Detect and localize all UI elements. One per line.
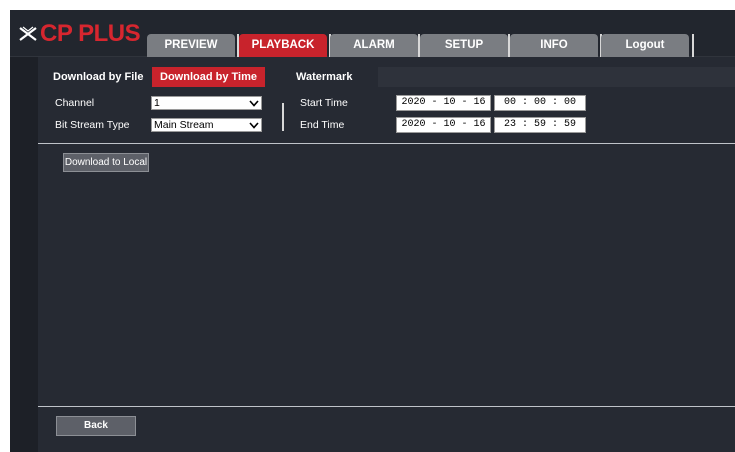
tab-info[interactable]: INFO — [510, 34, 598, 57]
top-header: CP PLUS PREVIEW PLAYBACK ALARM SETUP INF… — [10, 10, 735, 57]
app-frame: CP PLUS PREVIEW PLAYBACK ALARM SETUP INF… — [10, 10, 735, 452]
channel-select[interactable]: 1 — [151, 96, 262, 110]
bit-stream-select[interactable]: Main Stream — [151, 118, 262, 132]
start-time-input[interactable]: 00 : 00 : 00 — [494, 95, 586, 111]
start-time-label: Start Time — [300, 97, 348, 109]
start-date-input[interactable]: 2020 - 10 - 16 — [396, 95, 491, 111]
cp-plus-x-mark-icon — [19, 26, 37, 41]
download-to-local-button[interactable]: Download to Local — [63, 153, 149, 172]
bit-stream-value: Main Stream — [154, 119, 214, 131]
tab-playback[interactable]: PLAYBACK — [239, 34, 327, 57]
bit-stream-type-label: Bit Stream Type — [55, 119, 130, 131]
channel-label: Channel — [55, 97, 95, 109]
end-date-input[interactable]: 2020 - 10 - 16 — [396, 117, 491, 133]
subtab-download-by-file[interactable]: Download by File — [53, 67, 143, 87]
end-time-input[interactable]: 23 : 59 : 59 — [494, 117, 586, 133]
brand-name: CP PLUS — [40, 20, 141, 47]
footer-divider — [38, 406, 735, 407]
form-divider — [282, 103, 284, 131]
logout-button[interactable]: Logout — [601, 34, 689, 57]
chevron-down-icon — [249, 100, 259, 107]
subtab-bar-filler — [378, 67, 735, 87]
subtab-download-by-time[interactable]: Download by Time — [152, 67, 265, 87]
end-time-label: End Time — [300, 119, 345, 131]
subtab-watermark[interactable]: Watermark — [296, 67, 352, 87]
tab-divider — [692, 34, 694, 57]
form-bottom-divider — [38, 143, 735, 144]
chevron-down-icon — [249, 122, 259, 129]
tab-alarm[interactable]: ALARM — [330, 34, 418, 57]
channel-value: 1 — [154, 97, 160, 109]
left-sidebar-strip — [10, 57, 38, 452]
brand-logo: CP PLUS — [18, 16, 141, 52]
back-button[interactable]: Back — [56, 416, 136, 436]
tab-preview[interactable]: PREVIEW — [147, 34, 235, 57]
tab-setup[interactable]: SETUP — [420, 34, 508, 57]
